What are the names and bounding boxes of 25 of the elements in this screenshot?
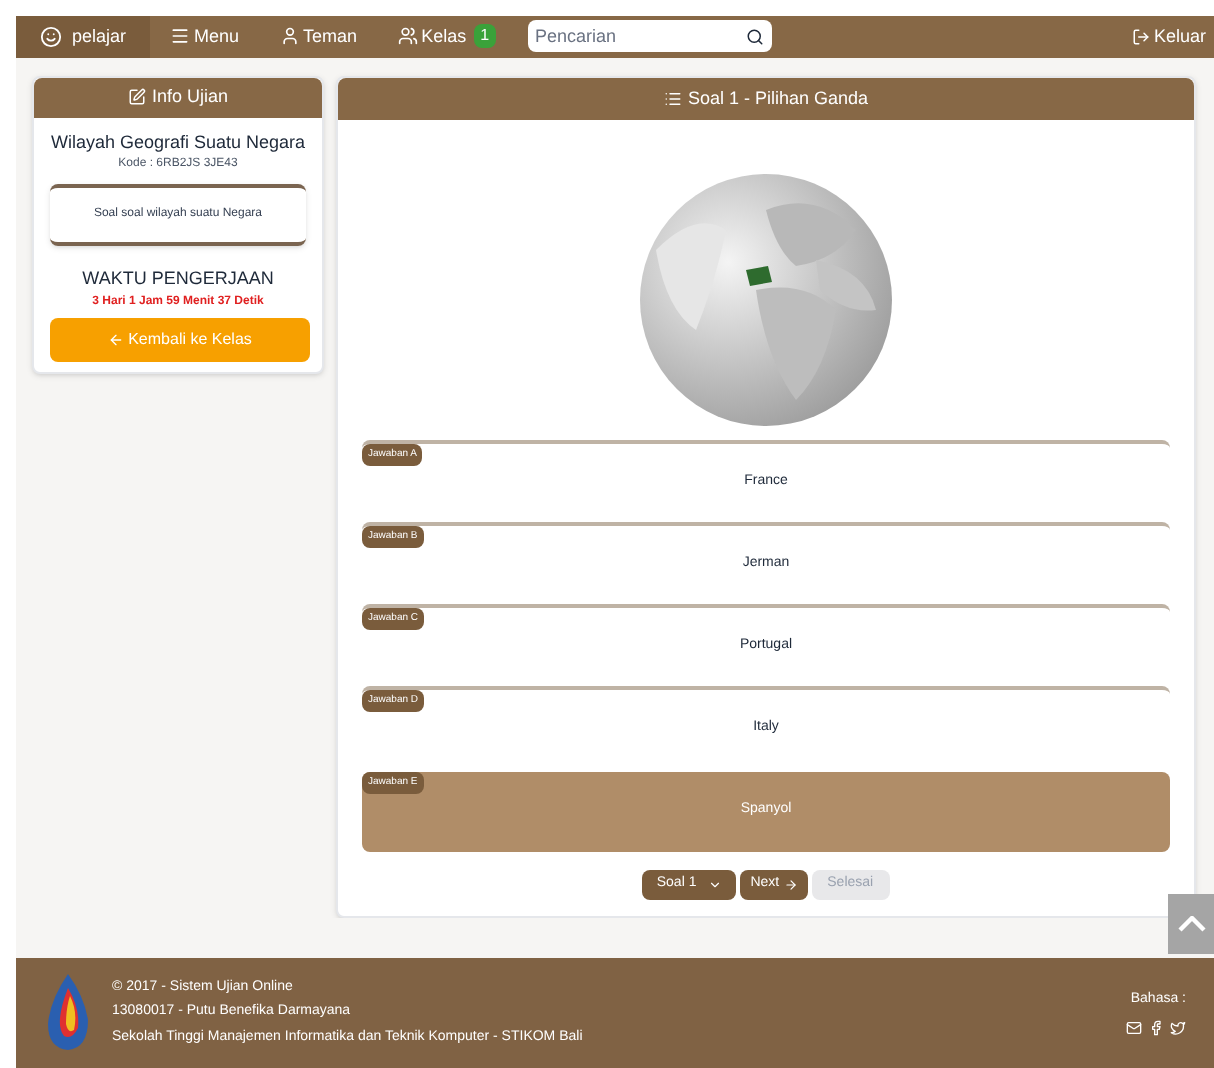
twitter-icon[interactable] bbox=[1170, 1019, 1186, 1036]
logout-icon bbox=[1131, 27, 1150, 46]
mail-icon[interactable] bbox=[1126, 1019, 1142, 1036]
user-icon bbox=[279, 26, 300, 47]
flame-logo-icon bbox=[44, 972, 92, 1053]
count-badge: 1 bbox=[474, 24, 496, 49]
arrow-right-icon bbox=[783, 877, 798, 892]
nav-item[interactable]: Menu bbox=[150, 16, 260, 58]
logout-button[interactable]: Keluar bbox=[1131, 23, 1214, 51]
time-label: WAKTU PENGERJAAN bbox=[80, 266, 276, 293]
avatar-icon bbox=[40, 25, 62, 48]
chevron-up-icon bbox=[1177, 915, 1205, 932]
panel-title: Info Ujian bbox=[151, 84, 229, 111]
search-icon[interactable] bbox=[745, 27, 764, 46]
nav-item[interactable]: Teman bbox=[259, 16, 378, 58]
facebook-icon[interactable] bbox=[1148, 1019, 1164, 1036]
list-icon bbox=[663, 89, 682, 108]
arrow-left-icon bbox=[108, 331, 125, 348]
exam-name: Wilayah Geografi Suatu Negara bbox=[48, 129, 308, 156]
panel-title: Soal 1 - Pilihan Ganda bbox=[687, 85, 869, 112]
nav-item[interactable]: Kelas 1 bbox=[377, 16, 516, 58]
menu-icon bbox=[170, 26, 191, 47]
edit-icon bbox=[127, 88, 146, 107]
search-field[interactable]: Pencarian bbox=[527, 20, 772, 53]
caret-icon bbox=[708, 877, 723, 892]
